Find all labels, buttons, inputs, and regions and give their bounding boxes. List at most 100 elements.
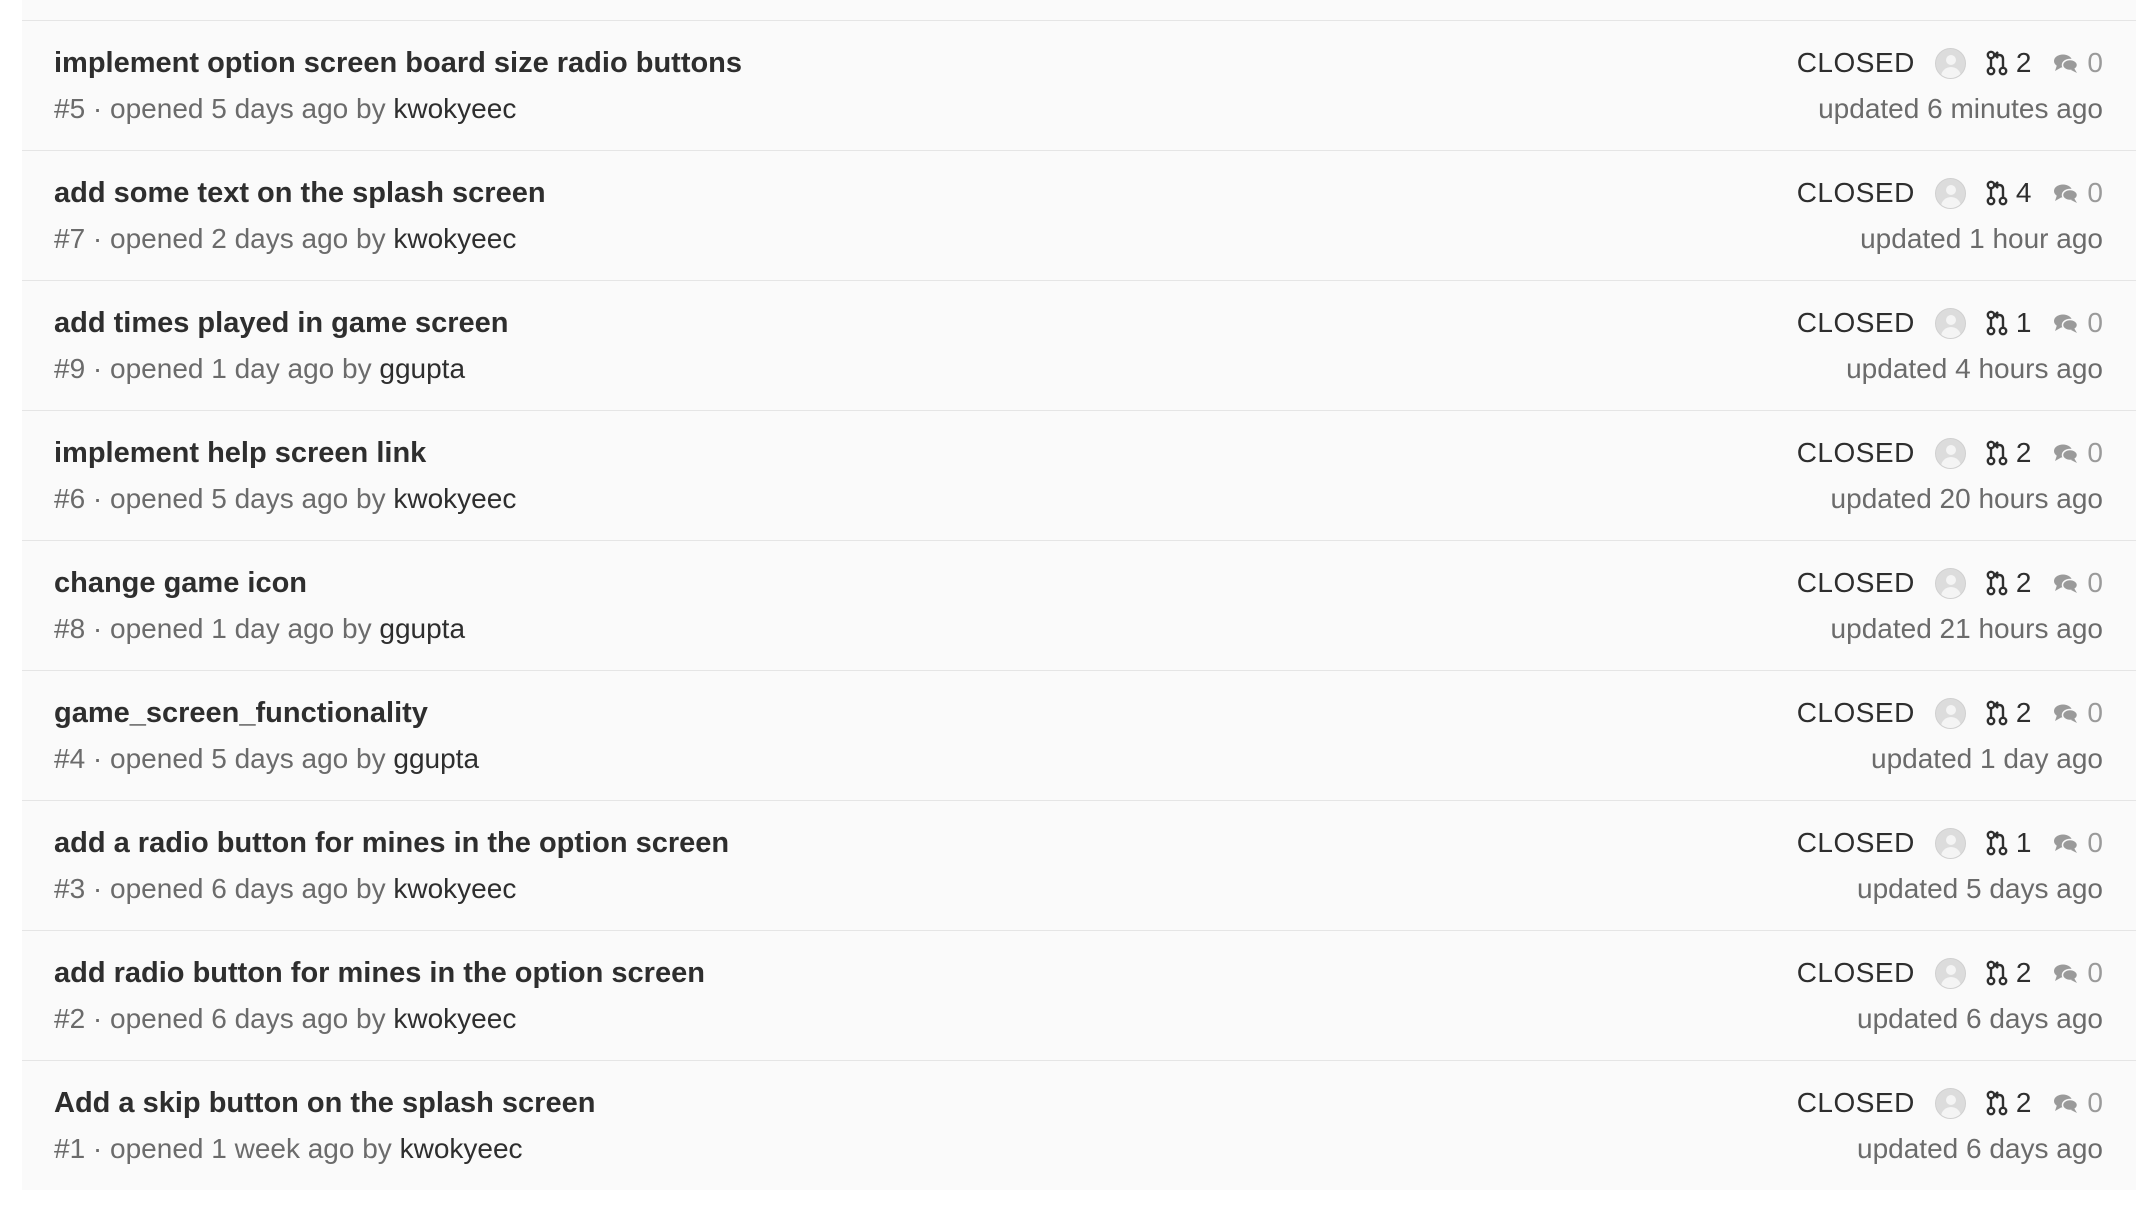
updated-time: updated 4 hours ago <box>1846 353 2103 384</box>
author-link[interactable]: kwokyeec <box>393 1003 516 1034</box>
issue-status-area: CLOSED 2 0 <box>1797 47 2103 79</box>
issue-row: add some text on the splash screen #7 · … <box>22 151 2136 281</box>
merge-requests-count[interactable]: 2 <box>1986 567 2031 599</box>
issue-reference: #7 · opened 2 days ago by <box>54 223 394 254</box>
assignee-avatar[interactable] <box>1934 1087 1966 1119</box>
issue-reference: #3 · opened 6 days ago by <box>54 873 394 904</box>
merge-request-number: 2 <box>2015 47 2032 78</box>
issue-status-area: CLOSED 2 0 <box>1797 1087 2103 1119</box>
merge-requests-count[interactable]: 2 <box>1986 47 2032 79</box>
assignee-avatar[interactable] <box>1934 307 1966 339</box>
issue-meta: #7 · opened 2 days ago by kwokyeec <box>54 223 516 255</box>
merge-requests-count[interactable]: 4 <box>1986 177 2032 209</box>
comments-icon <box>2054 54 2079 73</box>
issue-status-area: CLOSED 4 0 <box>1797 177 2103 209</box>
issue-title-link[interactable]: change game icon <box>54 567 307 600</box>
comments-icon <box>2054 314 2079 333</box>
merge-request-icon <box>1986 50 2008 76</box>
issue-reference: #2 · opened 6 days ago by <box>54 1003 394 1034</box>
merge-request-number: 4 <box>2015 177 2032 208</box>
updated-time: updated 21 hours ago <box>1830 613 2103 644</box>
issue-status-area: CLOSED 2 0 <box>1797 697 2103 729</box>
status-badge: CLOSED <box>1796 697 1915 728</box>
assignee-avatar[interactable] <box>1934 437 1966 469</box>
merge-request-icon <box>1986 700 2008 726</box>
comments-count[interactable]: 0 <box>2053 47 2103 79</box>
status-badge: CLOSED <box>1796 307 1915 338</box>
status-badge: CLOSED <box>1796 177 1915 208</box>
issue-meta: #5 · opened 5 days ago by kwokyeec <box>54 93 516 125</box>
issue-row: game_screen_functionality #4 · opened 5 … <box>22 671 2136 801</box>
assignee-avatar[interactable] <box>1934 177 1966 209</box>
issue-title-link[interactable]: game_screen_functionality <box>54 697 428 730</box>
merge-request-icon <box>1986 570 2008 596</box>
comments-count[interactable]: 0 <box>2053 567 2103 599</box>
issue-row: Add a skip button on the splash screen #… <box>22 1061 2136 1191</box>
comments-count[interactable]: 0 <box>2053 437 2103 469</box>
assignee-avatar[interactable] <box>1934 827 1966 859</box>
issue-title-link[interactable]: add some text on the splash screen <box>54 177 546 210</box>
issue-meta: #1 · opened 1 week ago by kwokyeec <box>54 1133 523 1165</box>
comments-number: 0 <box>2087 697 2103 728</box>
comments-count[interactable]: 0 <box>2053 177 2103 209</box>
issue-row: add times played in game screen #9 · ope… <box>22 281 2136 411</box>
issue-status-area: CLOSED 2 0 <box>1797 957 2103 989</box>
merge-requests-count[interactable]: 2 <box>1986 1087 2031 1119</box>
comments-count[interactable]: 0 <box>2053 1087 2103 1119</box>
comments-number: 0 <box>2087 957 2103 988</box>
issue-title-link[interactable]: implement help screen link <box>54 437 426 470</box>
status-badge: CLOSED <box>1796 957 1915 988</box>
list-top-border <box>22 0 2136 21</box>
assignee-avatar[interactable] <box>1934 47 1966 79</box>
merge-request-number: 2 <box>2015 957 2032 988</box>
merge-request-number: 2 <box>2015 697 2032 728</box>
updated-time: updated 1 day ago <box>1871 743 2103 774</box>
issue-row: implement option screen board size radio… <box>22 21 2136 151</box>
comments-icon <box>2054 964 2079 983</box>
author-link[interactable]: ggupta <box>393 743 479 774</box>
merge-request-icon <box>1986 180 2008 206</box>
issue-title-link[interactable]: add radio button for mines in the option… <box>54 957 705 990</box>
status-badge: CLOSED <box>1796 47 1915 78</box>
issue-status-area: CLOSED 1 0 <box>1797 827 2103 859</box>
merge-requests-count[interactable]: 2 <box>1986 957 2032 989</box>
merge-requests-count[interactable]: 2 <box>1986 697 2032 729</box>
comments-count[interactable]: 0 <box>2053 697 2103 729</box>
merge-requests-count[interactable]: 1 <box>1986 307 2032 339</box>
author-link[interactable]: kwokyeec <box>400 1133 523 1164</box>
comments-count[interactable]: 0 <box>2053 827 2103 859</box>
merge-request-icon <box>1986 310 2008 336</box>
comments-count[interactable]: 0 <box>2053 307 2103 339</box>
assignee-avatar[interactable] <box>1934 567 1966 599</box>
issue-reference: #6 · opened 5 days ago by <box>54 483 394 514</box>
issue-title-link[interactable]: Add a skip button on the splash screen <box>54 1087 595 1120</box>
author-link[interactable]: kwokyeec <box>393 483 516 514</box>
comments-count[interactable]: 0 <box>2053 957 2103 989</box>
issue-title-link[interactable]: implement option screen board size radio… <box>54 47 742 80</box>
issue-row: implement help screen link #6 · opened 5… <box>22 411 2136 541</box>
merge-request-number: 1 <box>2015 307 2032 338</box>
merge-requests-count[interactable]: 1 <box>1986 827 2031 859</box>
comments-number: 0 <box>2087 1087 2103 1118</box>
author-link[interactable]: kwokyeec <box>393 93 516 124</box>
merge-request-icon <box>1986 960 2008 986</box>
comments-icon <box>2054 1094 2079 1113</box>
issue-row: change game icon #8 · opened 1 day ago b… <box>22 541 2136 671</box>
issue-title-link[interactable]: add times played in game screen <box>54 307 509 340</box>
comments-number: 0 <box>2087 437 2103 468</box>
comments-icon <box>2054 444 2079 463</box>
issue-title-link[interactable]: add a radio button for mines in the opti… <box>54 827 729 860</box>
author-link[interactable]: kwokyeec <box>393 223 516 254</box>
comments-icon <box>2054 184 2079 203</box>
issue-meta: #8 · opened 1 day ago by ggupta <box>54 613 465 645</box>
issue-meta: #2 · opened 6 days ago by kwokyeec <box>54 1003 516 1035</box>
assignee-avatar[interactable] <box>1934 957 1966 989</box>
author-link[interactable]: kwokyeec <box>393 873 516 904</box>
merge-requests-count[interactable]: 2 <box>1986 437 2031 469</box>
issue-status-area: CLOSED 2 0 <box>1797 437 2103 469</box>
merge-request-icon <box>1986 440 2008 466</box>
assignee-avatar[interactable] <box>1934 697 1966 729</box>
issue-reference: #4 · opened 5 days ago by <box>54 743 394 774</box>
author-link[interactable]: ggupta <box>379 353 465 384</box>
author-link[interactable]: ggupta <box>379 613 465 644</box>
